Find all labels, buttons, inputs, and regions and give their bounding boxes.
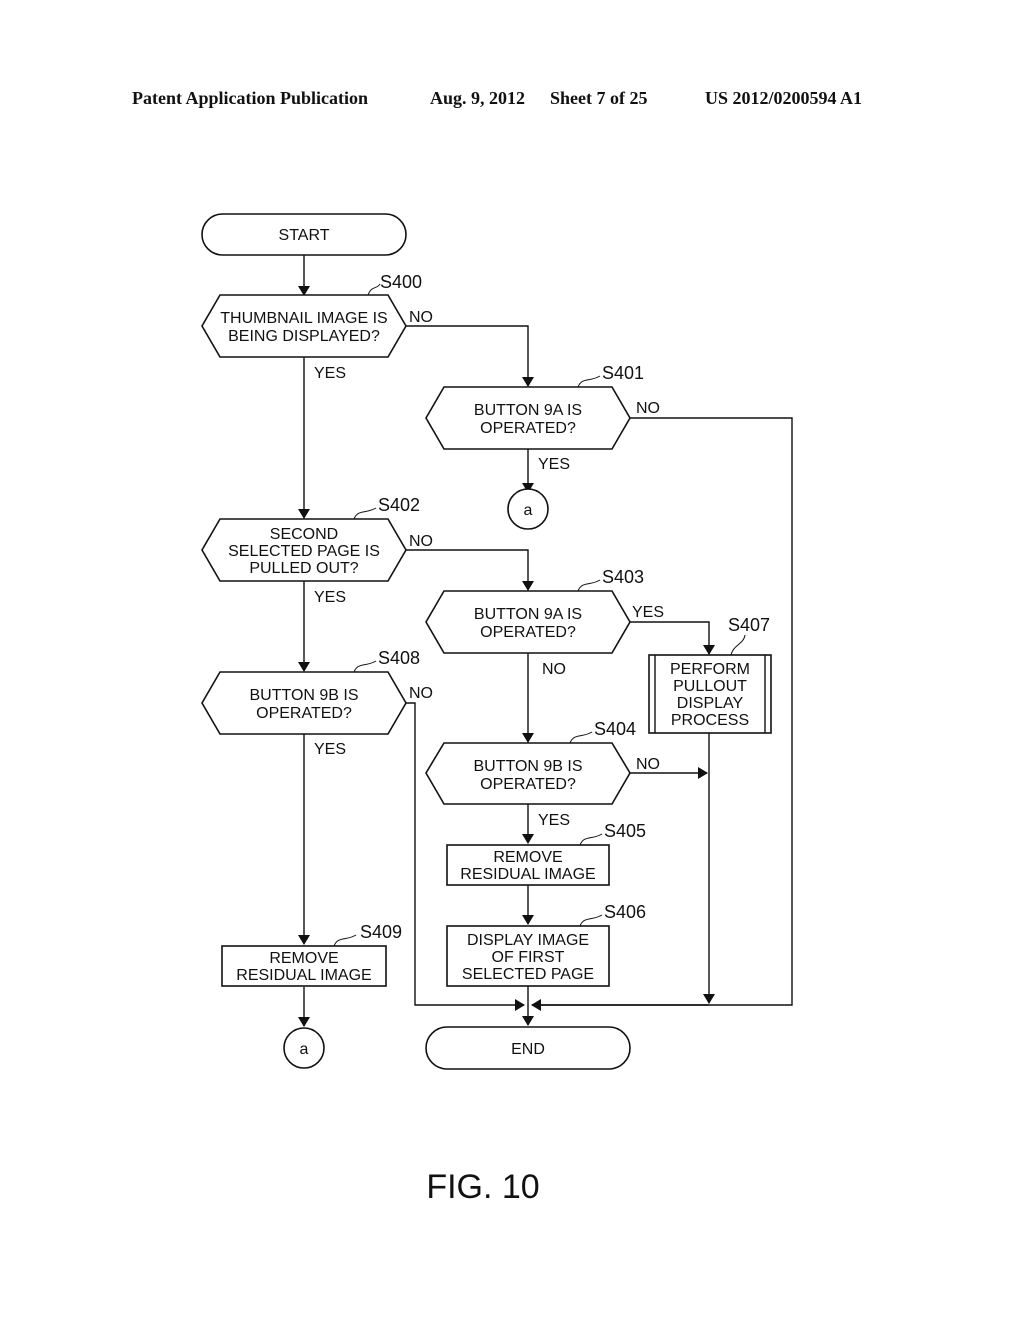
s406-line-1: DISPLAY IMAGE <box>467 932 589 949</box>
s403-no-label: NO <box>542 661 566 678</box>
s404-line-2: OPERATED? <box>480 776 576 793</box>
s404-line-1: BUTTON 9B IS <box>473 758 582 775</box>
connector-a-top: a <box>507 488 549 530</box>
step-label-s406: S406 <box>604 902 646 922</box>
process-s407: PERFORM PULLOUT DISPLAY PROCESS S407 <box>648 615 772 734</box>
s407-line-4: PROCESS <box>671 712 749 729</box>
connector-a-bottom-label: a <box>300 1041 309 1058</box>
s402-line-1: SECOND <box>270 526 338 543</box>
step-label-s405: S405 <box>604 821 646 841</box>
s408-line-2: OPERATED? <box>256 705 352 722</box>
start-terminal: START <box>201 213 407 256</box>
process-s405: REMOVE RESIDUAL IMAGE S405 <box>446 821 646 886</box>
s408-no-label: NO <box>409 685 433 702</box>
step-label-s408: S408 <box>378 648 420 668</box>
process-s409: REMOVE RESIDUAL IMAGE S409 <box>221 922 402 987</box>
s401-line-2: OPERATED? <box>480 420 576 437</box>
decision-s408: BUTTON 9B IS OPERATED? S408 <box>201 648 420 735</box>
edge-s403-yes <box>630 621 715 655</box>
edge-s402-no <box>406 549 534 591</box>
s405-line-1: REMOVE <box>493 849 562 866</box>
figure-label: FIG. 10 <box>426 1168 539 1206</box>
s400-yes-label: YES <box>314 365 346 382</box>
decision-s404: BUTTON 9B IS OPERATED? S404 <box>425 719 636 805</box>
s409-line-2: RESIDUAL IMAGE <box>236 967 371 984</box>
s400-line-1: THUMBNAIL IMAGE IS <box>220 310 387 327</box>
end-label: END <box>511 1041 545 1058</box>
process-s406: DISPLAY IMAGE OF FIRST SELECTED PAGE S40… <box>446 902 646 987</box>
s405-line-2: RESIDUAL IMAGE <box>460 866 595 883</box>
step-label-s407: S407 <box>728 615 770 635</box>
s403-line-2: OPERATED? <box>480 624 576 641</box>
s401-no-label: NO <box>636 400 660 417</box>
s402-yes-label: YES <box>314 589 346 606</box>
end-terminal: END <box>425 1026 631 1070</box>
decision-s403: BUTTON 9A IS OPERATED? S403 <box>425 567 644 654</box>
s408-line-1: BUTTON 9B IS <box>249 687 358 704</box>
decision-s401: BUTTON 9A IS OPERATED? S401 <box>425 363 644 450</box>
s401-yes-label: YES <box>538 456 570 473</box>
edge-s400-no <box>406 325 534 387</box>
s400-line-2: BEING DISPLAYED? <box>228 328 380 345</box>
connector-a-top-label: a <box>524 502 533 519</box>
s404-yes-label: YES <box>538 812 570 829</box>
s408-yes-label: YES <box>314 741 346 758</box>
s404-no-label: NO <box>636 756 660 773</box>
s407-line-2: PULLOUT <box>673 678 747 695</box>
s406-line-2: OF FIRST <box>492 949 565 966</box>
s401-line-1: BUTTON 9A IS <box>474 402 582 419</box>
step-label-s409: S409 <box>360 922 402 942</box>
step-label-s402: S402 <box>378 495 420 515</box>
s403-line-1: BUTTON 9A IS <box>474 606 582 623</box>
s402-no-label: NO <box>409 533 433 550</box>
flowchart: START THUMBNAIL IMAGE IS BEING DISPLAYED… <box>201 213 793 1206</box>
s402-line-2: SELECTED PAGE IS <box>228 543 380 560</box>
step-label-s401: S401 <box>602 363 644 383</box>
s406-line-3: SELECTED PAGE <box>462 966 594 983</box>
step-label-s404: S404 <box>594 719 636 739</box>
decision-s402: SECOND SELECTED PAGE IS PULLED OUT? S402 <box>201 495 420 582</box>
s400-no-label: NO <box>409 309 433 326</box>
s402-line-3: PULLED OUT? <box>249 560 358 577</box>
step-label-s403: S403 <box>602 567 644 587</box>
connector-a-bottom: a <box>283 1027 325 1069</box>
start-label: START <box>279 227 330 244</box>
decision-s400: THUMBNAIL IMAGE IS BEING DISPLAYED? S400 <box>201 272 422 358</box>
s407-line-3: DISPLAY <box>677 695 744 712</box>
s407-line-1: PERFORM <box>670 661 750 678</box>
s403-yes-label: YES <box>632 604 664 621</box>
s409-line-1: REMOVE <box>269 950 338 967</box>
step-label-s400: S400 <box>380 272 422 292</box>
